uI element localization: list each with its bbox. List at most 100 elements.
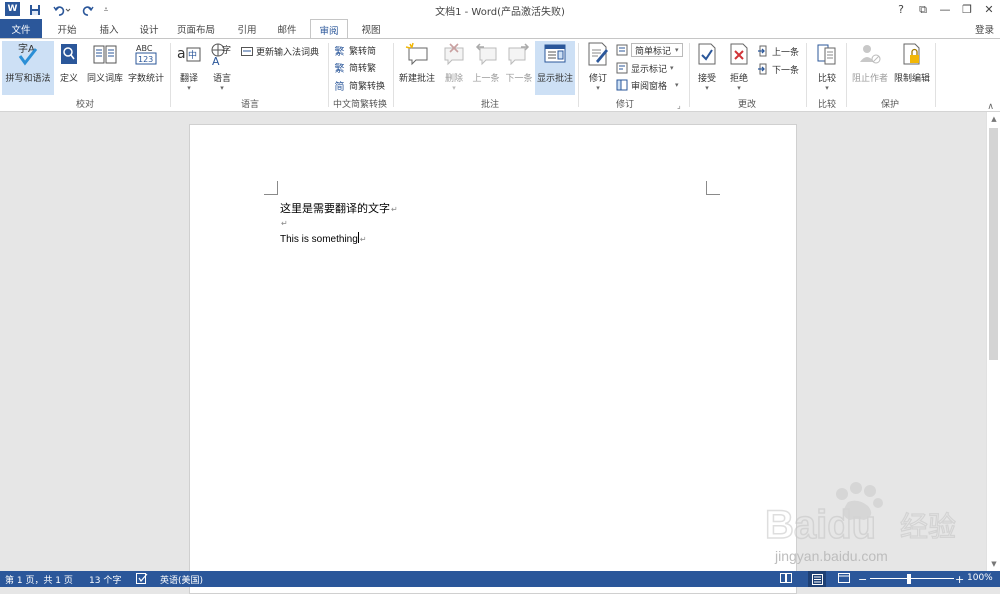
define-search-icon [55,41,83,67]
group-label-proofing: 校对 [75,100,94,110]
paragraph-mark: ↵ [281,219,288,228]
translate-button[interactable]: a中 翻译 ▾ [174,41,204,92]
tab-insert[interactable]: 插入 [92,19,126,38]
tab-file[interactable]: 文件 [0,19,42,38]
restore-button[interactable]: ❐ [956,0,978,19]
svg-text:ABC: ABC [136,44,153,53]
tab-design[interactable]: 设计 [132,19,166,38]
reject-button[interactable]: 拒绝 ▾ [726,41,752,92]
conversion-icon: 简 [334,81,345,93]
define-button[interactable]: 定义 [56,41,82,84]
chevron-down-icon: ▾ [187,84,191,92]
scrollbar-thumb[interactable] [989,128,998,360]
show-comments-button[interactable]: 显示批注 [535,41,575,95]
read-mode-icon[interactable] [780,573,792,583]
page-count-status[interactable]: 第 1 页，共 1 页 [5,573,73,586]
svg-text:a: a [177,46,186,62]
help-button[interactable]: ? [890,0,912,19]
thesaurus-button[interactable]: 同义词库 [86,41,124,84]
chinese-conversion-button[interactable]: 简 简繁转换 [333,77,386,93]
group-label-chinese-conversion: 中文简繁转换 [332,100,387,110]
next-comment-button[interactable]: 下一条 [503,41,535,84]
group-label-protect: 保护 [880,100,899,110]
track-changes-button[interactable]: 修订 ▾ [584,41,612,92]
dictionary-icon [240,45,253,58]
text-cursor [357,232,359,243]
svg-text:A: A [212,55,220,66]
group-label-comments: 批注 [480,100,499,110]
proofing-status-icon[interactable] [136,573,148,584]
update-ime-dictionary-button[interactable]: 更新输入法词典 [240,43,319,59]
web-layout-icon[interactable] [838,573,850,583]
reviewing-pane-button[interactable]: 审阅窗格 ▾ [615,77,679,93]
spelling-grammar-button[interactable]: 字A 拼写和语法 [2,41,54,95]
accept-button[interactable]: 接受 ▾ [694,41,720,92]
tab-mailings[interactable]: 邮件 [270,19,304,38]
reviewing-pane-icon [615,79,628,92]
block-authors-icon [856,41,884,67]
language-status[interactable]: 英语(美国) [160,573,203,586]
paragraph-empty[interactable]: ↵ [280,217,288,229]
chevron-down-icon: ▾ [737,84,741,92]
word-count-status[interactable]: 13 个字 [89,573,121,586]
group-separator [393,43,394,107]
new-comment-icon [403,41,431,67]
previous-change-button[interactable]: 上一条 [756,43,799,59]
zoom-in-button[interactable]: + [955,573,964,586]
show-markup-button[interactable]: 显示标记 ▾ [615,60,674,76]
tab-home[interactable]: 开始 [50,19,84,38]
language-globe-icon: 字A [208,41,236,67]
paragraph-chinese[interactable]: 这里是需要翻译的文字↵ [280,200,398,216]
tab-review[interactable]: 审阅 [310,19,348,39]
watermark-sub: 经验 [900,510,956,543]
minimize-button[interactable]: — [934,0,956,19]
margin-corner-marker [706,181,720,195]
zoom-slider-thumb[interactable] [907,574,911,584]
paragraph-english[interactable]: This is something ↵ [280,232,367,245]
simplified-to-traditional-button[interactable]: 繁 简转繁 [333,59,377,75]
chevron-down-icon: ▾ [596,84,600,92]
reject-icon [725,41,753,67]
markup-select[interactable]: 简单标记 ▾ [631,43,683,57]
sign-in-link[interactable]: 登录 [975,22,994,36]
lock-icon [898,41,926,67]
zoom-out-button[interactable]: − [858,573,867,586]
title-bar: W ⩡ 文档1 - Word(产品激活失败) ? ⧉ — ❐ ✕ [0,0,1000,19]
tab-view[interactable]: 视图 [354,19,388,38]
group-separator [170,43,171,107]
zoom-slider-track[interactable] [870,578,954,579]
compare-icon [813,41,841,67]
close-button[interactable]: ✕ [978,0,1000,19]
markup-display-dropdown[interactable]: 简单标记 ▾ [615,42,683,58]
ribbon-display-button[interactable]: ⧉ [912,0,934,19]
traditional-to-simplified-button[interactable]: 繁 繁转简 [333,42,377,58]
next-change-button[interactable]: 下一条 [756,61,799,77]
delete-comment-button[interactable]: 删除 ▾ [440,41,468,92]
new-comment-button[interactable]: 新建批注 [396,41,438,84]
restrict-editing-button[interactable]: 限制编辑 [892,41,932,84]
watermark-brand: Baidu [765,503,876,547]
zoom-level[interactable]: 100% [967,573,993,583]
delete-comment-icon [440,41,468,67]
print-layout-icon[interactable] [808,571,826,587]
group-label-compare: 比较 [817,100,836,110]
word-count-button[interactable]: ABC 123 字数统计 [126,41,166,84]
chevron-down-icon: ▾ [825,84,829,92]
ribbon-tabs: 文件 开始 插入 设计 页面布局 引用 邮件 审阅 视图 登录 [0,19,1000,39]
spelling-check-icon: 字A [14,41,42,67]
collapse-ribbon-icon[interactable]: ∧ [987,102,994,112]
dialog-launcher-icon[interactable]: ⌟ [677,97,681,113]
group-separator [328,43,329,107]
previous-comment-button[interactable]: 上一条 [470,41,502,84]
simp-trad-icon: 繁 [334,63,345,75]
language-button[interactable]: 字A 语言 ▾ [206,41,238,92]
translate-icon: a中 [175,41,203,67]
margin-corner-marker [264,181,278,195]
tab-layout[interactable]: 页面布局 [170,19,222,38]
compare-button[interactable]: 比较 ▾ [812,41,842,92]
tab-references[interactable]: 引用 [230,19,264,38]
block-authors-button[interactable]: 阻止作者 [850,41,890,84]
scroll-up-icon[interactable]: ▲ [987,112,1000,126]
watermark-url: jingyan.baidu.com [775,548,888,564]
document-page[interactable]: 这里是需要翻译的文字↵ ↵ This is something ↵ [189,124,797,594]
